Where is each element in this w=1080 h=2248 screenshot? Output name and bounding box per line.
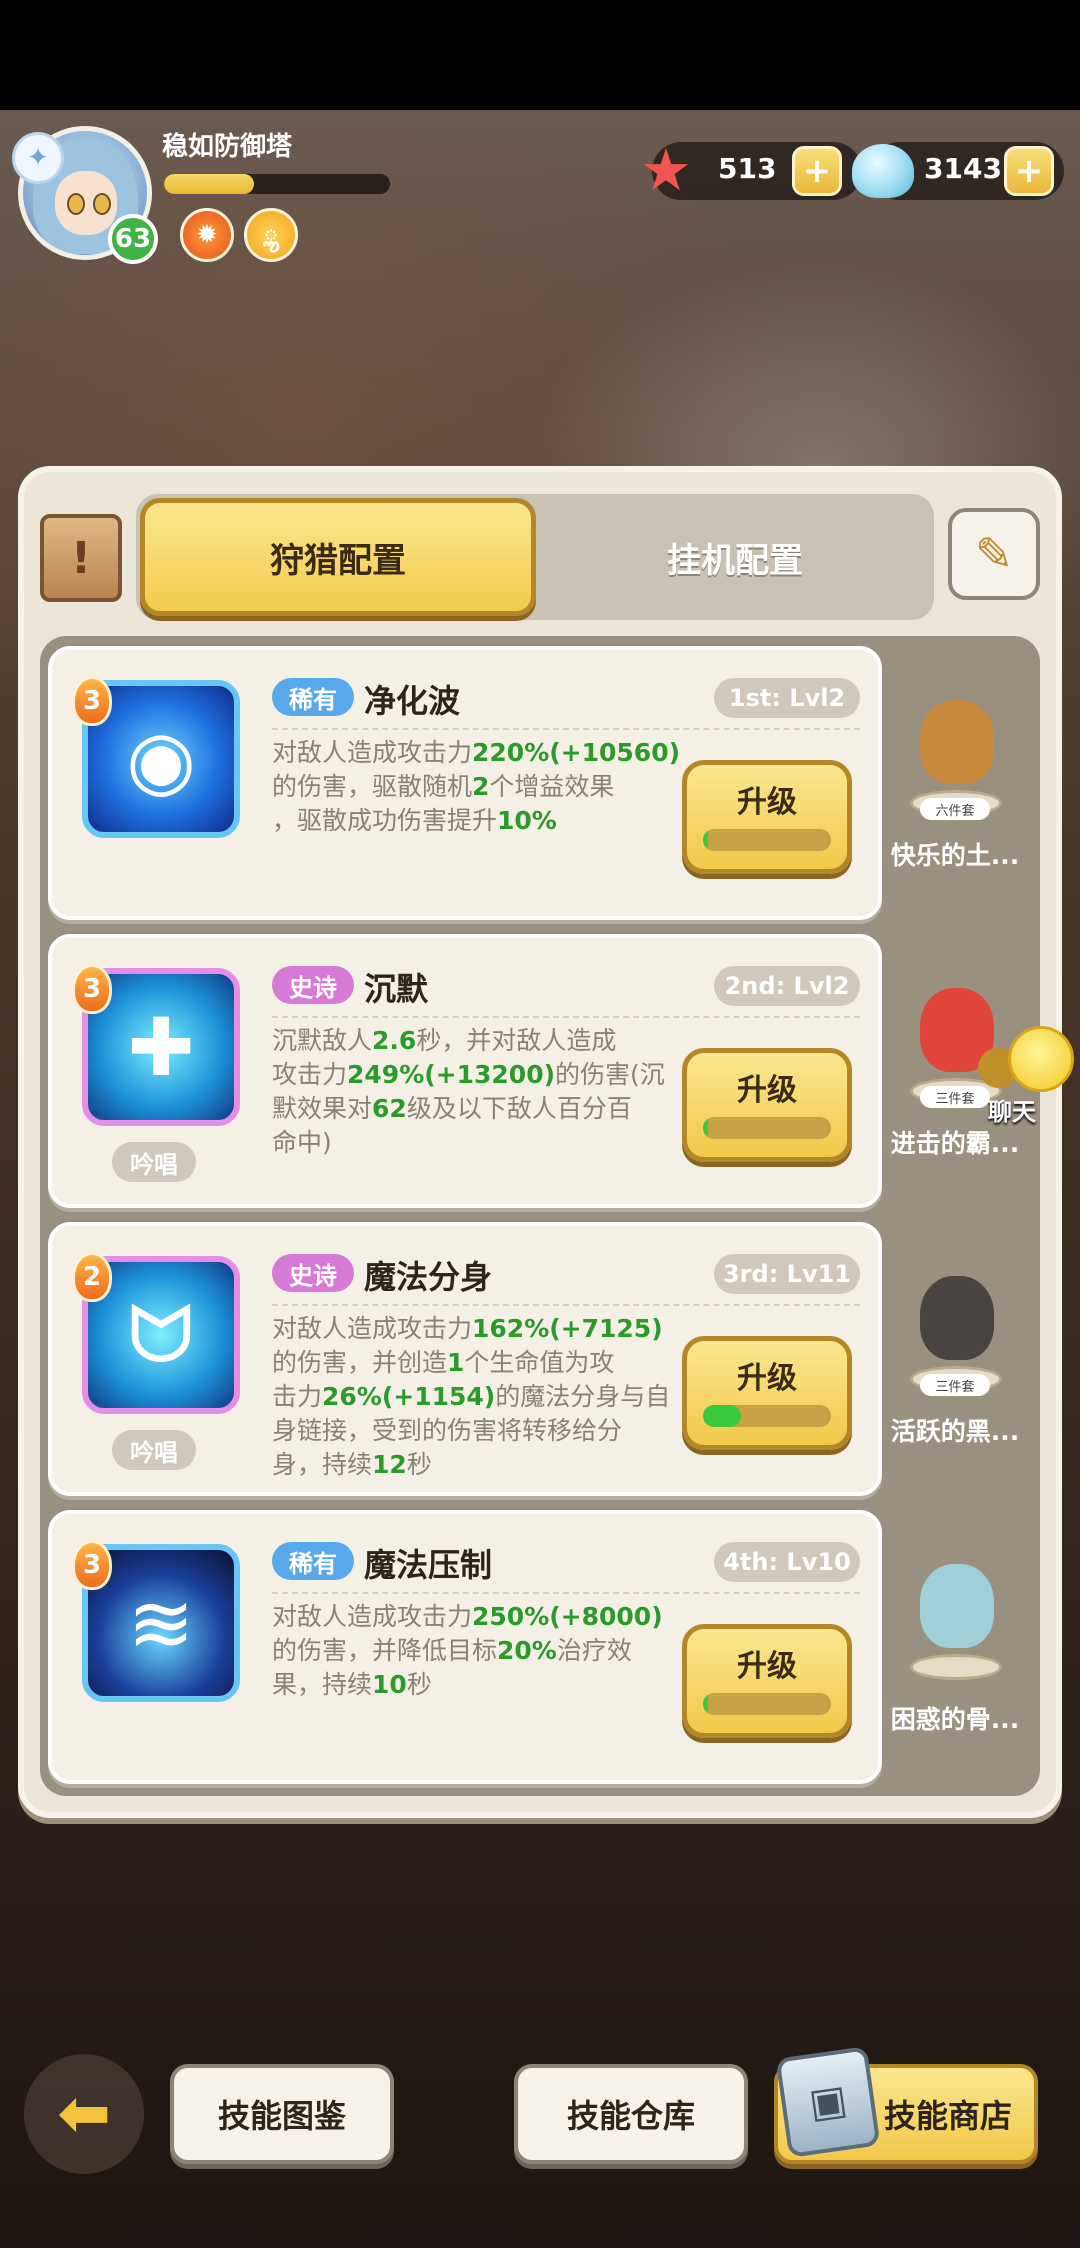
- skill-description: 对敌人造成攻击力250%(+8000) 的伤害，并降低目标20%治疗效 果，持续10…: [272, 1600, 672, 1702]
- chant-tag: 吟唱: [112, 1430, 196, 1470]
- skill-name: 净化波: [364, 682, 461, 720]
- upgrade-label: 升级: [737, 1361, 797, 1396]
- skill-book-button[interactable]: ✎: [948, 508, 1040, 600]
- upgrade-button[interactable]: 升级: [682, 1624, 852, 1738]
- wing-icon: ✦: [12, 132, 64, 184]
- skill-codex-button[interactable]: 技能图鉴: [170, 2064, 394, 2164]
- tab-idle-config[interactable]: 挂机配置: [540, 498, 930, 616]
- chat-label: 聊天: [988, 1098, 1036, 1126]
- skill-description-line: 对敌人造成攻击力250%(+8000): [272, 1602, 663, 1631]
- pet-figure: [920, 1276, 994, 1360]
- skill-description-line: 身链接，受到的伤害将转移给分: [272, 1416, 623, 1445]
- upgrade-progress-bar: [703, 829, 831, 851]
- chant-tag: 吟唱: [112, 1142, 196, 1182]
- add-starfish-button[interactable]: +: [792, 146, 842, 196]
- skill-shop-icon: ▣: [775, 2046, 881, 2158]
- pet-name: 进击的霸...: [890, 1129, 1020, 1158]
- skill-name: 魔法分身: [364, 1258, 493, 1296]
- pet-set-item[interactable]: 困惑的骨...: [880, 1510, 1030, 1780]
- skill-tier-badge: 3: [72, 964, 112, 1014]
- set-tag: 三件套: [920, 1374, 990, 1396]
- flame-buff-icon[interactable]: ✹: [180, 208, 234, 262]
- rarity-badge: 史诗: [272, 966, 354, 1004]
- skill-description-line: 命中): [272, 1128, 332, 1157]
- skill-description-line: ，驱散成功伤害提升10%: [272, 806, 557, 835]
- swirl-buff-icon[interactable]: ౢ: [244, 208, 298, 262]
- player-level-badge: 63: [108, 214, 158, 264]
- skill-description-line: 沉默敌人2.6秒，并对敌人造成: [272, 1026, 617, 1055]
- exp-bar: [164, 174, 390, 194]
- skill-tier-badge: 2: [72, 1252, 112, 1302]
- skill-description-line: 的伤害，并降低目标20%治疗效: [272, 1636, 632, 1665]
- starfish-value: 513: [718, 152, 777, 185]
- rarity-badge: 稀有: [272, 1542, 354, 1580]
- pet-name: 活跃的黑...: [890, 1417, 1020, 1446]
- skill-description: 对敌人造成攻击力220%(+10560) 的伤害，驱散随机2个增益效果 ，驱散成功伤…: [272, 736, 681, 838]
- skill-description: 对敌人造成攻击力162%(+7125) 的伤害，并创造1个生命值为攻击力26%(+…: [272, 1312, 672, 1482]
- skill-description-line: 的伤害，驱散随机2个增益效果: [272, 772, 615, 801]
- divider: [272, 1016, 860, 1018]
- upgrade-progress-bar: [703, 1117, 831, 1139]
- skill-slot-label: 1st: Lvl2: [714, 678, 860, 718]
- skill-description-line: 对敌人造成攻击力220%(+10560): [272, 738, 681, 767]
- upgrade-label: 升级: [737, 1649, 797, 1684]
- pet-name: 快乐的土...: [890, 841, 1020, 870]
- skill-description-line: 击力26%(+1154)的魔法分身与自: [272, 1382, 671, 1411]
- back-button[interactable]: ⬅: [24, 2054, 144, 2174]
- skill-tier-badge: 3: [72, 1540, 112, 1590]
- upgrade-progress-bar: [703, 1693, 831, 1715]
- skill-slot-label: 2nd: Lvl2: [714, 966, 860, 1006]
- upgrade-label: 升级: [737, 785, 797, 820]
- pet-set-item[interactable]: 六件套快乐的土...: [880, 646, 1030, 916]
- chat-emoji-icon: [1008, 1026, 1074, 1092]
- skill-description-line: 果，持续10秒: [272, 1670, 432, 1699]
- upgrade-button[interactable]: 升级: [682, 760, 852, 874]
- skill-name: 沉默: [364, 970, 429, 1008]
- pet-name: 困惑的骨...: [890, 1705, 1020, 1734]
- divider: [272, 1592, 860, 1594]
- skill-slot-label: 3rd: Lv11: [714, 1254, 860, 1294]
- chat-button[interactable]: 聊天: [978, 1026, 1074, 1126]
- rarity-badge: 稀有: [272, 678, 354, 716]
- pet-figure: [920, 700, 994, 784]
- skill-storage-button[interactable]: 技能仓库: [514, 2064, 748, 2164]
- upgrade-label: 升级: [737, 1073, 797, 1108]
- starfish-icon: ★: [640, 136, 692, 204]
- pet-set-item[interactable]: 三件套活跃的黑...: [880, 1222, 1030, 1492]
- pet-figure: [920, 1564, 994, 1648]
- upgrade-button[interactable]: 升级: [682, 1336, 852, 1450]
- skill-description-line: 对敌人造成攻击力162%(+7125): [272, 1314, 663, 1343]
- upgrade-button[interactable]: 升级: [682, 1048, 852, 1162]
- skill-name: 魔法压制: [364, 1546, 493, 1584]
- divider: [272, 728, 860, 730]
- skill-description-line: 的伤害，并创造1个生命值为攻: [272, 1348, 615, 1377]
- add-shell-button[interactable]: +: [1004, 146, 1054, 196]
- skill-description-line: 身，持续12秒: [272, 1450, 432, 1479]
- skill-slot-label: 4th: Lv10: [714, 1542, 860, 1582]
- divider: [272, 1304, 860, 1306]
- skill-description: 沉默敌人2.6秒，并对敌人造成攻击力249%(+13200)的伤害(沉 默效果对6…: [272, 1024, 672, 1160]
- tab-hunt-config[interactable]: 狩猎配置: [140, 498, 536, 616]
- shell-icon: [852, 144, 914, 198]
- upgrade-progress-bar: [703, 1405, 831, 1427]
- scroll-icon[interactable]: !: [40, 514, 122, 602]
- status-bar: [0, 0, 1080, 110]
- set-tag: 六件套: [920, 798, 990, 820]
- skill-description-line: 默效果对62级及以下敌人百分百: [272, 1094, 632, 1123]
- skill-description-line: 攻击力249%(+13200)的伤害(沉: [272, 1060, 665, 1089]
- rarity-badge: 史诗: [272, 1254, 354, 1292]
- player-name: 稳如防御塔: [162, 132, 293, 162]
- skill-tier-badge: 3: [72, 676, 112, 726]
